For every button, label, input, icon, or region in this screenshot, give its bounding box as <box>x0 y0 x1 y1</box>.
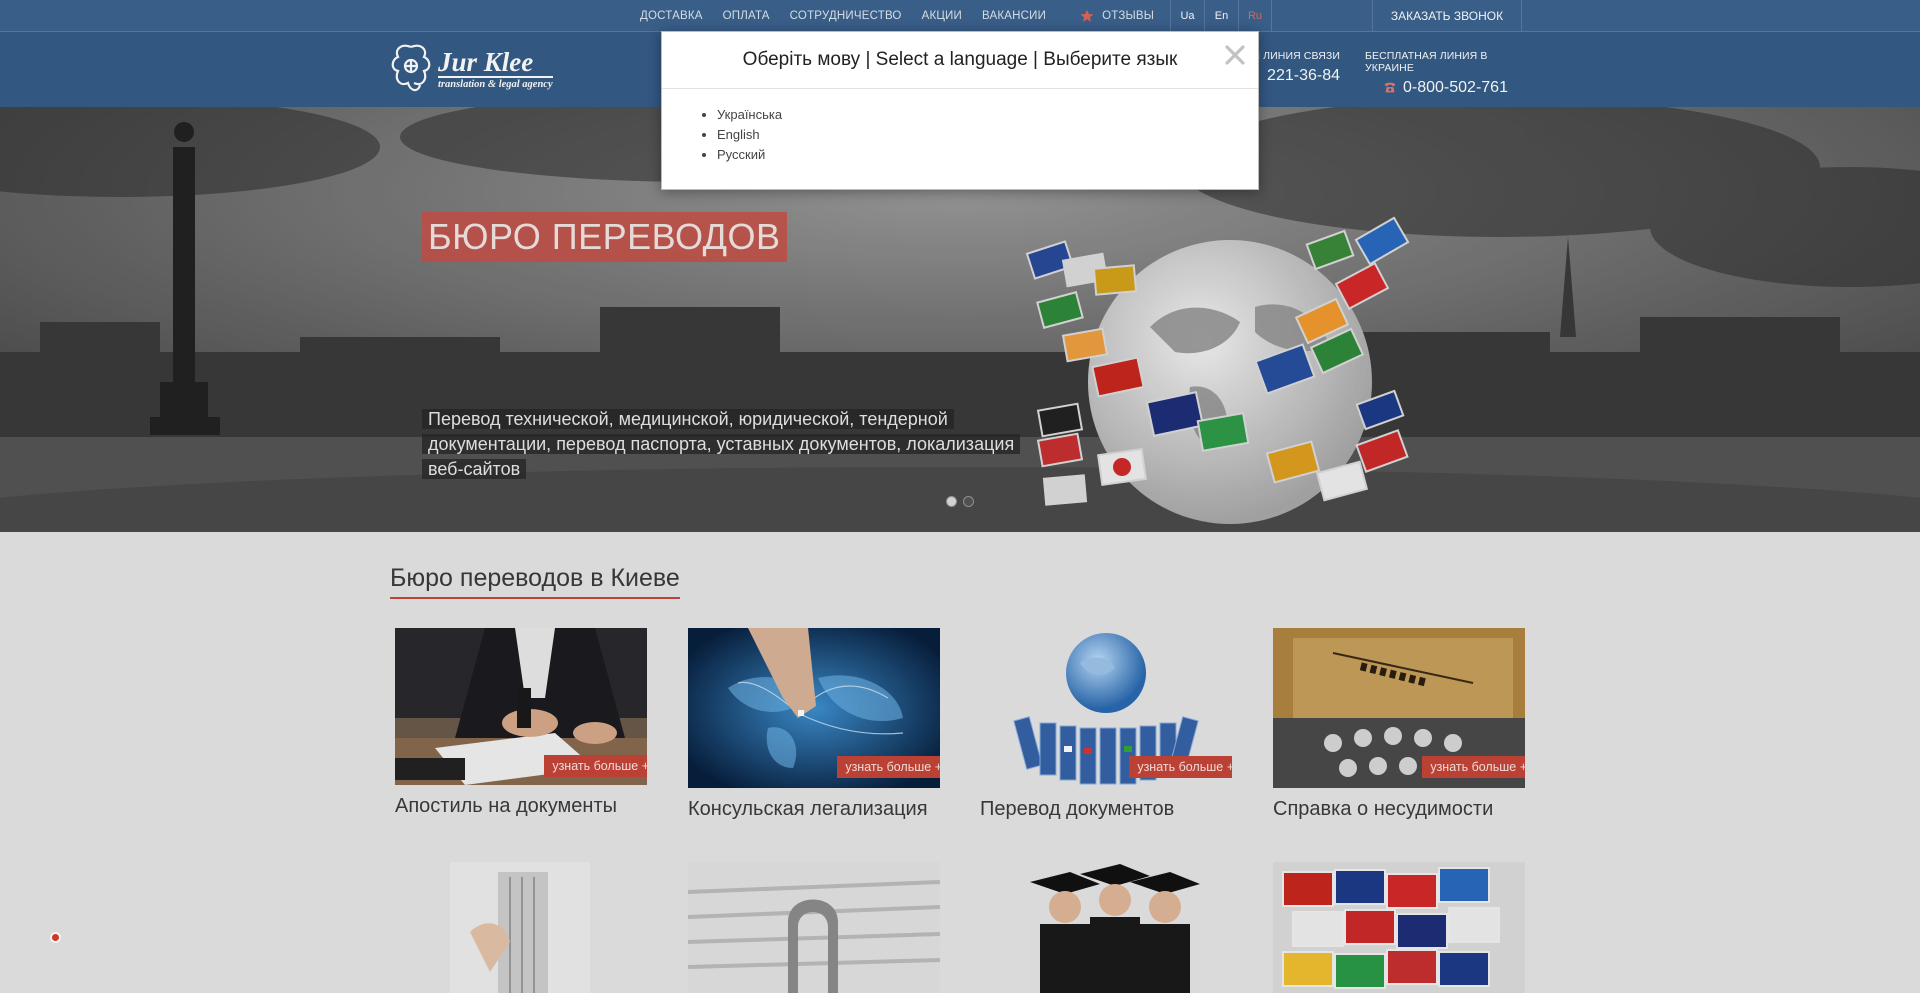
language-option-russian[interactable]: Русский <box>717 145 1258 165</box>
language-modal-title: Оберіть мову | Select a language | Выбер… <box>662 32 1258 89</box>
language-option-ukrainian[interactable]: Українська <box>717 105 1258 125</box>
language-list: Українська English Русский <box>717 105 1258 165</box>
language-option-english[interactable]: English <box>717 125 1258 145</box>
language-modal: Оберіть мову | Select a language | Выбер… <box>661 31 1259 190</box>
close-icon[interactable] <box>1224 44 1246 66</box>
